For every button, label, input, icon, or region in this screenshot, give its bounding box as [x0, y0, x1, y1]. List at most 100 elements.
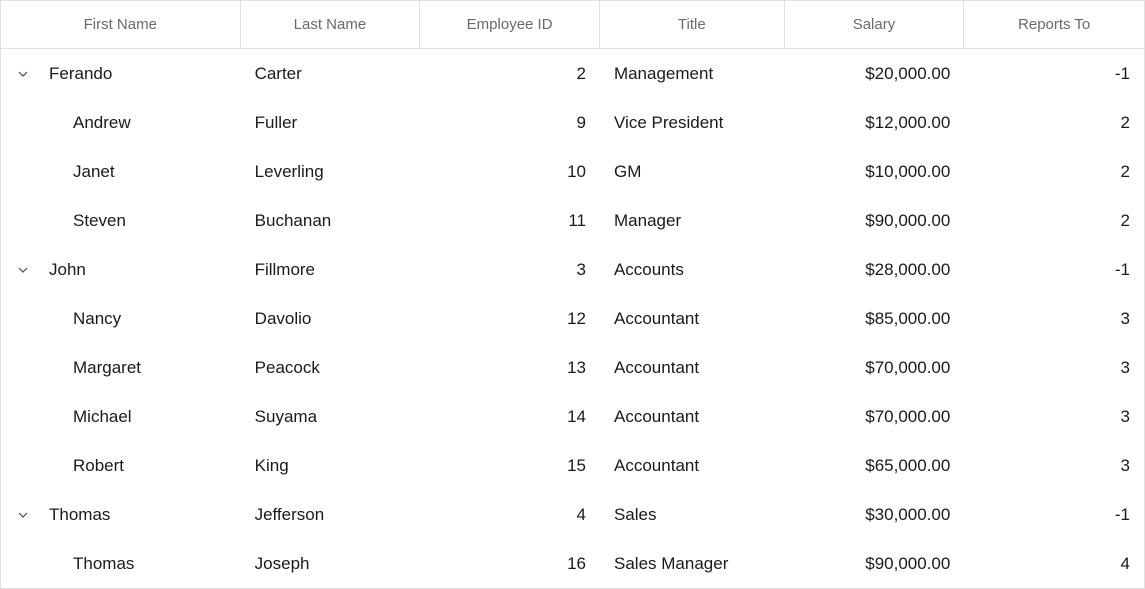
cell-reports-to: 3: [964, 343, 1144, 392]
first-name-text: Thomas: [73, 554, 134, 574]
cell-employee-id: 12: [420, 294, 600, 343]
table-row[interactable]: Thomas Joseph16Sales Manager$90,000.004: [1, 539, 1144, 588]
chevron-down-icon[interactable]: [15, 66, 31, 82]
cell-title: Accounts: [600, 245, 785, 294]
first-name-text: Robert: [73, 456, 124, 476]
table-row[interactable]: John Fillmore3Accounts$28,000.00-1: [1, 245, 1144, 294]
cell-last-name: Jefferson: [241, 490, 421, 539]
cell-salary: $90,000.00: [785, 539, 965, 588]
table-row[interactable]: Steven Buchanan11Manager$90,000.002: [1, 196, 1144, 245]
cell-reports-to: 3: [964, 392, 1144, 441]
table-row[interactable]: Margaret Peacock13Accountant$70,000.003: [1, 343, 1144, 392]
cell-title: Vice President: [600, 98, 785, 147]
cell-last-name: Davolio: [241, 294, 421, 343]
cell-title: Management: [600, 49, 785, 98]
cell-reports-to: -1: [964, 245, 1144, 294]
cell-reports-to: -1: [964, 49, 1144, 98]
cell-title: Accountant: [600, 343, 785, 392]
table-row[interactable]: Robert King15Accountant$65,000.003: [1, 441, 1144, 490]
first-name-text: Nancy: [73, 309, 121, 329]
cell-first-name: Robert: [1, 441, 241, 490]
cell-reports-to: 3: [964, 294, 1144, 343]
first-name-text: Andrew: [73, 113, 131, 133]
cell-title: Manager: [600, 196, 785, 245]
cell-employee-id: 14: [420, 392, 600, 441]
cell-employee-id: 2: [420, 49, 600, 98]
first-name-text: Margaret: [73, 358, 141, 378]
first-name-text: John: [49, 260, 86, 280]
cell-salary: $85,000.00: [785, 294, 965, 343]
cell-last-name: Suyama: [241, 392, 421, 441]
cell-title: Sales: [600, 490, 785, 539]
tree-grid-body: FerandoCarter2Management$20,000.00-1Andr…: [1, 49, 1144, 588]
cell-salary: $70,000.00: [785, 392, 965, 441]
cell-reports-to: 2: [964, 196, 1144, 245]
cell-first-name: Michael: [1, 392, 241, 441]
employee-tree-grid[interactable]: First Name Last Name Employee ID Title S…: [0, 0, 1145, 589]
cell-last-name: King: [241, 441, 421, 490]
cell-reports-to: 2: [964, 147, 1144, 196]
first-name-text: Steven: [73, 211, 126, 231]
header-salary[interactable]: Salary: [785, 1, 965, 48]
cell-salary: $90,000.00: [785, 196, 965, 245]
cell-employee-id: 13: [420, 343, 600, 392]
header-row: First Name Last Name Employee ID Title S…: [1, 1, 1144, 49]
header-first-name[interactable]: First Name: [1, 1, 241, 48]
cell-employee-id: 16: [420, 539, 600, 588]
cell-last-name: Peacock: [241, 343, 421, 392]
first-name-text: Ferando: [49, 64, 112, 84]
cell-last-name: Carter: [241, 49, 421, 98]
cell-first-name: Margaret: [1, 343, 241, 392]
cell-reports-to: 3: [964, 441, 1144, 490]
cell-first-name: Ferando: [1, 49, 241, 98]
cell-reports-to: 2: [964, 98, 1144, 147]
header-title[interactable]: Title: [600, 1, 785, 48]
header-employee-id[interactable]: Employee ID: [420, 1, 600, 48]
first-name-text: Janet: [73, 162, 115, 182]
cell-title: Sales Manager: [600, 539, 785, 588]
chevron-down-icon[interactable]: [15, 507, 31, 523]
cell-salary: $10,000.00: [785, 147, 965, 196]
cell-employee-id: 3: [420, 245, 600, 294]
cell-salary: $20,000.00: [785, 49, 965, 98]
cell-employee-id: 11: [420, 196, 600, 245]
cell-first-name: Andrew: [1, 98, 241, 147]
cell-reports-to: 4: [964, 539, 1144, 588]
cell-salary: $28,000.00: [785, 245, 965, 294]
cell-first-name: Thomas: [1, 490, 241, 539]
cell-first-name: Steven: [1, 196, 241, 245]
cell-salary: $70,000.00: [785, 343, 965, 392]
cell-employee-id: 15: [420, 441, 600, 490]
table-row[interactable]: Andrew Fuller9Vice President$12,000.002: [1, 98, 1144, 147]
cell-last-name: Fuller: [241, 98, 421, 147]
cell-salary: $65,000.00: [785, 441, 965, 490]
cell-salary: $12,000.00: [785, 98, 965, 147]
cell-last-name: Leverling: [241, 147, 421, 196]
cell-salary: $30,000.00: [785, 490, 965, 539]
cell-first-name: John: [1, 245, 241, 294]
first-name-text: Michael: [73, 407, 132, 427]
cell-last-name: Buchanan: [241, 196, 421, 245]
cell-employee-id: 4: [420, 490, 600, 539]
cell-title: Accountant: [600, 294, 785, 343]
cell-reports-to: -1: [964, 490, 1144, 539]
first-name-text: Thomas: [49, 505, 110, 525]
cell-title: Accountant: [600, 392, 785, 441]
cell-first-name: Nancy: [1, 294, 241, 343]
table-row[interactable]: Janet Leverling10GM$10,000.002: [1, 147, 1144, 196]
table-row[interactable]: Ferando Carter2Management$20,000.00-1: [1, 49, 1144, 98]
header-last-name[interactable]: Last Name: [241, 1, 421, 48]
table-row[interactable]: Nancy Davolio12Accountant$85,000.003: [1, 294, 1144, 343]
cell-title: GM: [600, 147, 785, 196]
cell-first-name: Thomas: [1, 539, 241, 588]
cell-title: Accountant: [600, 441, 785, 490]
cell-last-name: Joseph: [241, 539, 421, 588]
cell-last-name: Fillmore: [241, 245, 421, 294]
cell-employee-id: 10: [420, 147, 600, 196]
chevron-down-icon[interactable]: [15, 262, 31, 278]
cell-employee-id: 9: [420, 98, 600, 147]
header-reports-to[interactable]: Reports To: [964, 1, 1144, 48]
cell-first-name: Janet: [1, 147, 241, 196]
table-row[interactable]: Thomas Jefferson4Sales$30,000.00-1: [1, 490, 1144, 539]
table-row[interactable]: Michael Suyama14Accountant$70,000.003: [1, 392, 1144, 441]
